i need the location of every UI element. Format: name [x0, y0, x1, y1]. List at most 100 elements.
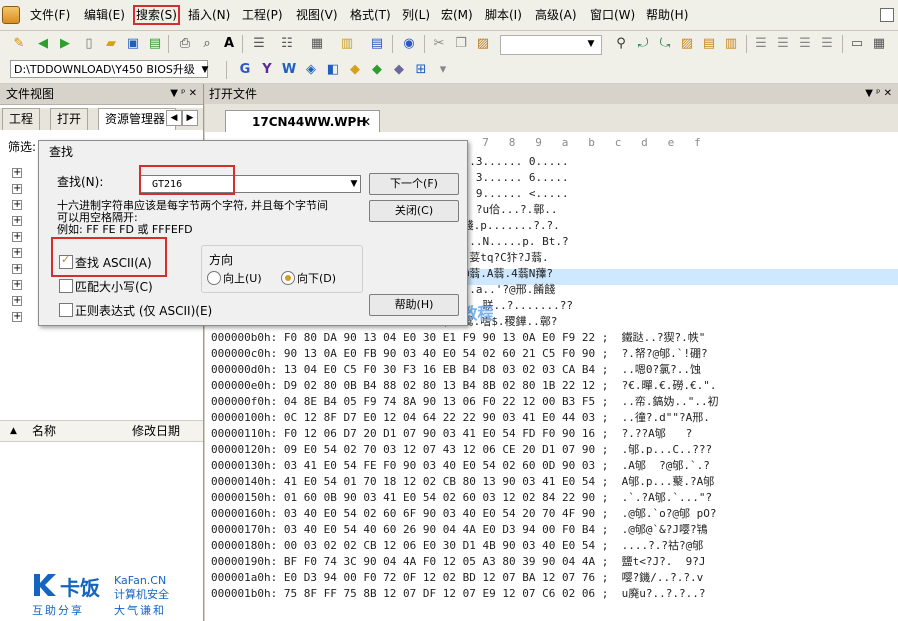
regex-checkbox[interactable]: [59, 303, 73, 317]
hex-row[interactable]: 00000190h: BF F0 74 3C 90 04 4A F0 12 05…: [211, 554, 705, 570]
new-file-icon[interactable]: ▯: [80, 36, 98, 52]
direction-up-radio[interactable]: [207, 271, 221, 285]
chevron-down-icon[interactable]: ▼: [347, 175, 361, 193]
hex-row[interactable]: 00000150h: 01 60 0B 90 03 41 E0 54 02 60…: [211, 490, 712, 506]
align-right-icon[interactable]: ☰: [796, 36, 814, 52]
list-icon[interactable]: ☷: [278, 36, 296, 52]
menu-help[interactable]: 帮助(H): [646, 8, 688, 22]
find-next-icon[interactable]: ⤾: [634, 36, 652, 52]
match-case-checkbox[interactable]: [59, 279, 73, 293]
hex-row[interactable]: 00000120h: 09 E0 54 02 70 03 12 07 43 12…: [211, 442, 712, 458]
restore-window-button[interactable]: [880, 8, 894, 22]
font-icon[interactable]: A: [220, 36, 238, 52]
pane-controls[interactable]: ▼ ᵖ ✕: [865, 84, 892, 104]
hex-row[interactable]: 00000100h: 0C 12 8F D7 E0 12 04 64 22 22…: [211, 410, 710, 426]
tree-item[interactable]: +: [12, 276, 22, 290]
hex-row[interactable]: 000001b0h: 75 8F FF 75 8B 12 07 DF 12 07…: [211, 586, 705, 602]
tree-item[interactable]: +: [12, 260, 22, 274]
print-preview-icon[interactable]: ⌕: [198, 36, 216, 52]
php-icon[interactable]: ◆: [390, 62, 408, 78]
tree-item[interactable]: +: [12, 244, 22, 258]
find-prev-icon[interactable]: ⤿: [656, 36, 674, 52]
menu-window[interactable]: 窗口(W): [590, 8, 635, 22]
tab-open[interactable]: 打开: [50, 108, 89, 130]
wordwrap-icon[interactable]: ☰: [250, 36, 268, 52]
help-button[interactable]: 帮助(H): [369, 294, 459, 316]
align-center-icon[interactable]: ☰: [774, 36, 792, 52]
tree-item[interactable]: +: [12, 292, 22, 306]
yahoo-icon[interactable]: Y: [258, 62, 276, 78]
column-mode-icon[interactable]: ▥: [338, 36, 356, 52]
tree-item[interactable]: +: [12, 308, 22, 322]
hex-row[interactable]: 00000180h: 00 03 02 02 CB 12 06 E0 30 D1…: [211, 538, 703, 554]
chevron-down-icon[interactable]: ▼: [582, 36, 600, 52]
dictionary-icon[interactable]: ◈: [302, 62, 320, 78]
tree-item[interactable]: +: [12, 180, 22, 194]
save-icon[interactable]: ▣: [124, 36, 142, 52]
menu-project[interactable]: 工程(P): [242, 8, 283, 22]
document-tab[interactable]: 17CN44WW.WPH ✕: [225, 110, 380, 132]
paste-icon[interactable]: ▨: [474, 36, 492, 52]
justify-icon[interactable]: ☰: [818, 36, 836, 52]
menu-macro[interactable]: 宏(M): [441, 8, 473, 22]
hex-mode-icon[interactable]: ▦: [308, 36, 326, 52]
hex-row[interactable]: 00000140h: 41 E0 54 01 70 18 12 02 CB 80…: [211, 474, 714, 490]
split-window-icon[interactable]: ▭: [848, 36, 866, 52]
tab-scroll-left-icon[interactable]: ◀: [166, 110, 182, 126]
toolbar-options-icon[interactable]: ▾: [434, 62, 452, 78]
hex-row[interactable]: 000000d0h: 13 04 E0 C5 F0 30 F3 16 EB B4…: [211, 362, 701, 378]
tree-item[interactable]: +: [12, 212, 22, 226]
menu-format[interactable]: 格式(T): [350, 8, 391, 22]
replace-icon[interactable]: ▨: [678, 36, 696, 52]
tree-item[interactable]: +: [12, 164, 22, 178]
tree-item[interactable]: +: [12, 228, 22, 242]
hex-row[interactable]: 000000b0h: F0 80 DA 90 13 04 E0 30 E1 F9…: [211, 330, 705, 346]
chevron-down-icon[interactable]: ▼: [196, 62, 214, 78]
hex-row[interactable]: 00000160h: 03 40 E0 54 02 60 6F 90 03 40…: [211, 506, 716, 522]
tree-item[interactable]: +: [12, 196, 22, 210]
path-combo[interactable]: D:\TDDOWNLOAD\Y450 BIOS升级: [10, 60, 208, 78]
save-all-icon[interactable]: ▤: [146, 36, 164, 52]
hex-row[interactable]: 000001a0h: E0 D3 94 00 F0 72 0F 12 02 BD…: [211, 570, 703, 586]
msdn-icon[interactable]: ◧: [324, 62, 342, 78]
tab-project[interactable]: 工程: [2, 108, 41, 130]
hex-row[interactable]: 00000170h: 03 40 E0 54 40 60 26 90 04 4A…: [211, 522, 708, 538]
direction-down-radio[interactable]: [281, 271, 295, 285]
hex-row[interactable]: 000000e0h: D9 02 80 0B B4 88 02 80 13 B4…: [211, 378, 716, 394]
tab-explorer[interactable]: 资源管理器: [98, 108, 176, 130]
wikipedia-icon[interactable]: W: [280, 62, 298, 78]
align-left-icon[interactable]: ☰: [752, 36, 770, 52]
forward-icon[interactable]: ▶: [56, 36, 74, 52]
binoculars-icon[interactable]: ⚲: [612, 36, 630, 52]
print-icon[interactable]: ⎙: [176, 36, 194, 52]
menu-edit[interactable]: 编辑(E): [84, 8, 125, 22]
close-icon[interactable]: ✕: [361, 111, 371, 133]
line-numbers-icon[interactable]: ▤: [368, 36, 386, 52]
close-button[interactable]: 关闭(C): [369, 200, 459, 222]
hex-row[interactable]: 000000c0h: 90 13 0A E0 FB 90 03 40 E0 54…: [211, 346, 708, 362]
cut-icon[interactable]: ✂: [430, 36, 448, 52]
menu-advanced[interactable]: 高级(A): [535, 8, 577, 22]
menu-view[interactable]: 视图(V): [296, 8, 338, 22]
hex-row[interactable]: 000000f0h: 04 8E B4 05 F9 74 8A 90 13 06…: [211, 394, 719, 410]
browser-icon[interactable]: ◉: [400, 36, 418, 52]
menu-script[interactable]: 脚本(I): [485, 8, 522, 22]
find-next-button[interactable]: 下一个(F): [369, 173, 459, 195]
column-name[interactable]: 名称: [32, 421, 56, 441]
hex-row[interactable]: 00000130h: 03 41 E0 54 FE F0 90 03 40 E0…: [211, 458, 710, 474]
menu-insert[interactable]: 插入(N): [188, 8, 230, 22]
find-in-files-icon[interactable]: ▤: [700, 36, 718, 52]
tab-scroll-right-icon[interactable]: ▶: [182, 110, 198, 126]
run-icon[interactable]: ✎: [10, 36, 28, 52]
menu-file[interactable]: 文件(F): [30, 8, 70, 22]
copy-icon[interactable]: ❐: [452, 36, 470, 52]
pane-controls[interactable]: ▼ ᵖ ✕: [170, 84, 197, 104]
hex-row[interactable]: 00000110h: F0 12 06 D7 20 D1 07 90 03 41…: [211, 426, 692, 442]
column-modified[interactable]: 修改日期: [132, 421, 180, 441]
open-folder-icon[interactable]: ▰: [102, 36, 120, 52]
menu-column[interactable]: 列(L): [402, 8, 430, 22]
menu-search[interactable]: 搜索(S): [133, 5, 180, 25]
tile-window-icon[interactable]: ▦: [870, 36, 888, 52]
back-icon[interactable]: ◀: [34, 36, 52, 52]
js-icon[interactable]: ◆: [346, 62, 364, 78]
